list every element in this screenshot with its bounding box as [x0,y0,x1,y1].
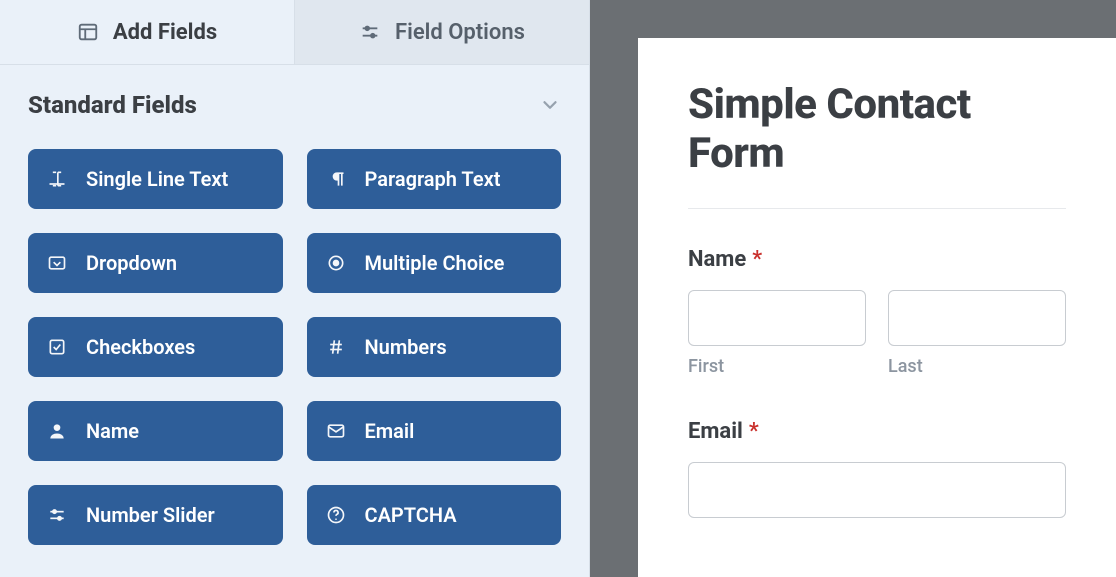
section-header[interactable]: Standard Fields [0,65,589,129]
help-icon [325,504,347,526]
email-label: Email* [688,419,1066,444]
field-paragraph-text[interactable]: Paragraph Text [307,149,562,209]
form-title[interactable]: Simple Contact Form [688,80,1066,209]
required-asterisk: * [749,419,759,444]
fields-grid: Single Line Text Paragraph Text Dropdown… [0,129,589,575]
user-icon [46,420,68,442]
field-label: Dropdown [86,251,177,275]
sliders-icon [359,21,381,43]
checkbox-icon [46,336,68,358]
name-label: Name* [688,247,1066,272]
name-field-block[interactable]: Name* First Last [688,247,1066,377]
field-label: Multiple Choice [365,251,505,275]
field-name[interactable]: Name [28,401,283,461]
field-label: Checkboxes [86,335,195,359]
first-sublabel: First [688,356,866,377]
name-inputs-row: First Last [688,290,1066,377]
last-name-input[interactable] [888,290,1066,346]
email-input[interactable] [688,462,1066,518]
field-checkboxes[interactable]: Checkboxes [28,317,283,377]
field-dropdown[interactable]: Dropdown [28,233,283,293]
first-name-input[interactable] [688,290,866,346]
required-asterisk: * [752,247,762,272]
field-label: Name [86,419,139,443]
section-title: Standard Fields [28,91,197,119]
form-canvas: Simple Contact Form Name* First Last Ema… [590,0,1116,577]
envelope-icon [325,420,347,442]
sliders-icon [46,504,68,526]
tab-field-options[interactable]: Field Options [294,0,589,64]
hash-icon [325,336,347,358]
sidebar: Add Fields Field Options Standard Fields… [0,0,590,577]
field-label: Email [365,419,415,443]
text-cursor-icon [46,168,68,190]
field-captcha[interactable]: CAPTCHA [307,485,562,545]
field-email[interactable]: Email [307,401,562,461]
tabstrip: Add Fields Field Options [0,0,589,65]
name-label-text: Name [688,247,746,272]
form-card[interactable]: Simple Contact Form Name* First Last Ema… [638,38,1116,577]
field-label: Paragraph Text [365,167,501,191]
field-label: Number Slider [86,503,215,527]
chevron-down-icon [539,94,561,116]
field-multiple-choice[interactable]: Multiple Choice [307,233,562,293]
field-label: Numbers [365,335,447,359]
radio-icon [325,252,347,274]
paragraph-icon [325,168,347,190]
field-label: CAPTCHA [365,503,457,527]
field-number-slider[interactable]: Number Slider [28,485,283,545]
field-single-line-text[interactable]: Single Line Text [28,149,283,209]
tab-add-fields[interactable]: Add Fields [0,0,294,64]
field-label: Single Line Text [86,167,228,191]
form-layout-icon [77,21,99,43]
dropdown-icon [46,252,68,274]
tab-field-options-label: Field Options [395,20,525,45]
email-field-block[interactable]: Email* [688,419,1066,518]
tab-add-fields-label: Add Fields [113,20,217,45]
last-sublabel: Last [888,356,1066,377]
email-label-text: Email [688,419,743,444]
field-numbers[interactable]: Numbers [307,317,562,377]
